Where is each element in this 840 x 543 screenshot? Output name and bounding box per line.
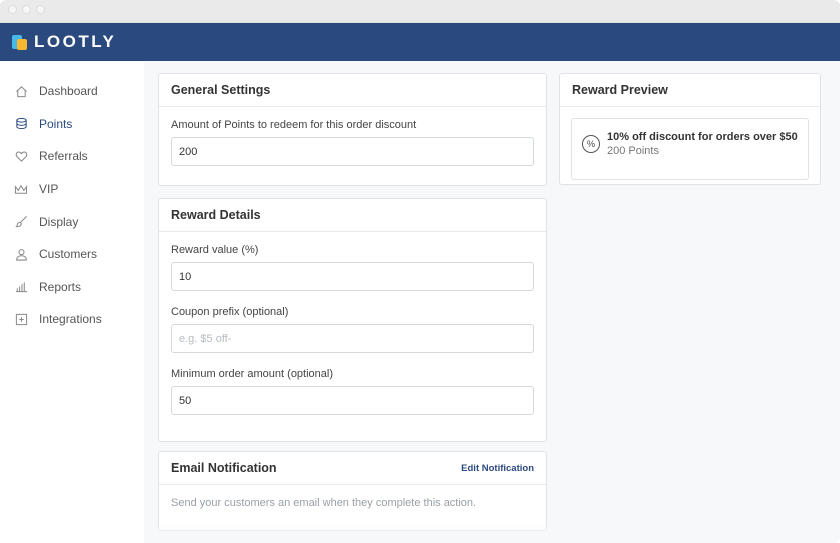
reward-value-label: Reward value (%) xyxy=(171,244,259,256)
percent-icon: % xyxy=(582,135,600,153)
brand-logo[interactable]: LOOTLY xyxy=(0,23,144,61)
card-header: Reward Details xyxy=(159,199,546,232)
sidebar-item-label: Reports xyxy=(39,279,82,294)
reward-value-field: Reward value (%) xyxy=(171,244,534,291)
heart-icon xyxy=(14,149,28,163)
app-window: LOOTLY Dashboard Points Referrals VIP Di… xyxy=(0,0,840,543)
card-header: General Settings xyxy=(159,74,546,107)
coupon-prefix-input[interactable] xyxy=(171,324,534,353)
sidebar-item-label: Display xyxy=(39,214,79,229)
card-title: Reward Details xyxy=(171,208,261,222)
sidebar-item-points[interactable]: Points xyxy=(0,108,144,141)
brush-icon xyxy=(14,215,28,229)
brand-name: LOOTLY xyxy=(34,32,117,51)
card-title: General Settings xyxy=(171,83,271,97)
points-label: Amount of Points to redeem for this orde… xyxy=(171,119,417,131)
plugin-icon xyxy=(14,312,28,326)
reward-preview-points: 200 Points xyxy=(607,145,659,157)
min-order-label: Minimum order amount (optional) xyxy=(171,368,334,380)
reward-value-input[interactable] xyxy=(171,262,534,291)
sidebar-item-integrations[interactable]: Integrations xyxy=(0,303,144,336)
sidebar-item-label: VIP xyxy=(39,182,59,197)
sidebar-item-label: Integrations xyxy=(39,312,102,327)
reward-preview-title: 10% off discount for orders over $50 xyxy=(607,131,798,143)
card-title: Reward Preview xyxy=(572,83,668,97)
window-minimize-dot[interactable] xyxy=(22,5,31,14)
sidebar-item-label: Customers xyxy=(39,247,98,262)
min-order-field: Minimum order amount (optional) xyxy=(171,368,534,415)
main-content: General Settings Amount of Points to red… xyxy=(144,61,840,543)
email-notification-card: Email Notification Edit Notification Sen… xyxy=(158,451,547,531)
card-body: Amount of Points to redeem for this orde… xyxy=(159,107,546,178)
reward-preview-item: % 10% off discount for orders over $50 2… xyxy=(571,118,809,180)
sidebar-item-referrals[interactable]: Referrals xyxy=(0,140,144,173)
coupon-prefix-field: Coupon prefix (optional) xyxy=(171,306,534,353)
points-input[interactable] xyxy=(171,137,534,166)
sidebar: LOOTLY Dashboard Points Referrals VIP Di… xyxy=(0,23,144,543)
title-bar xyxy=(0,0,840,23)
coupon-prefix-label: Coupon prefix (optional) xyxy=(171,306,289,318)
crown-icon xyxy=(14,182,28,196)
card-body: Reward value (%) Coupon prefix (optional… xyxy=(159,232,546,437)
sidebar-item-vip[interactable]: VIP xyxy=(0,173,144,206)
sidebar-item-label: Dashboard xyxy=(39,84,98,99)
sidebar-item-display[interactable]: Display xyxy=(0,205,144,238)
window-maximize-dot[interactable] xyxy=(36,5,45,14)
card-title: Email Notification xyxy=(171,461,277,475)
card-header: Email Notification Edit Notification xyxy=(159,452,546,485)
home-icon xyxy=(14,84,28,98)
min-order-input[interactable] xyxy=(171,386,534,415)
reward-details-card: Reward Details Reward value (%) Coupon p… xyxy=(158,198,547,442)
window-close-dot[interactable] xyxy=(8,5,17,14)
bottom-fade-overlay xyxy=(144,521,840,543)
reward-preview-card: Reward Preview % 10% off discount for or… xyxy=(559,73,821,185)
sidebar-nav: Dashboard Points Referrals VIP Display C… xyxy=(0,75,144,336)
email-notification-description: Send your customers an email when they c… xyxy=(171,497,477,509)
sidebar-item-reports[interactable]: Reports xyxy=(0,271,144,304)
user-icon xyxy=(14,247,28,261)
sidebar-item-customers[interactable]: Customers xyxy=(0,238,144,271)
sidebar-item-dashboard[interactable]: Dashboard xyxy=(0,75,144,108)
sidebar-item-label: Referrals xyxy=(39,149,88,164)
card-header: Reward Preview xyxy=(560,74,820,107)
edit-notification-link[interactable]: Edit Notification xyxy=(461,463,534,474)
lootly-logo-icon xyxy=(12,33,28,51)
top-bar xyxy=(144,23,840,61)
reward-preview-text: 10% off discount for orders over $50 200… xyxy=(607,130,798,158)
general-settings-card: General Settings Amount of Points to red… xyxy=(158,73,547,186)
bar-chart-icon xyxy=(14,280,28,294)
sidebar-item-label: Points xyxy=(39,116,73,131)
database-icon xyxy=(14,117,28,131)
